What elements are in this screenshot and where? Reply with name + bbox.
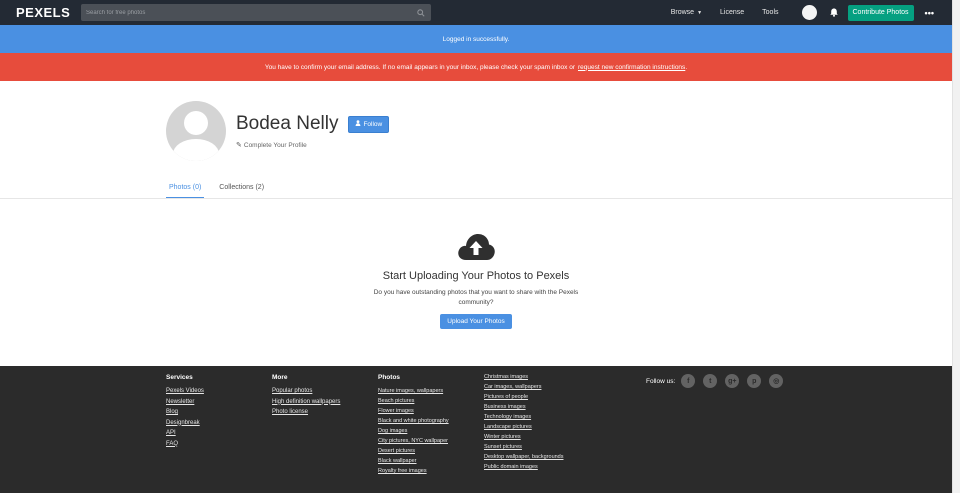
google-plus-icon[interactable]: g+ — [725, 374, 740, 388]
footer-link[interactable]: Business images — [484, 402, 564, 412]
footer-link[interactable]: Flower images — [378, 406, 449, 416]
tab-photos[interactable]: Photos (0) — [166, 180, 205, 198]
logo[interactable]: PEXELS — [16, 5, 70, 20]
tabs-divider — [0, 198, 952, 199]
facebook-icon[interactable]: f — [681, 374, 696, 388]
search-input[interactable] — [81, 9, 414, 16]
bell-icon[interactable] — [829, 8, 839, 18]
footer-more-title: More — [272, 374, 288, 381]
pencil-icon: ✎ — [236, 142, 242, 149]
footer-link[interactable]: Blog — [166, 407, 204, 418]
footer-link[interactable]: Public domain images — [484, 462, 564, 472]
footer-link[interactable]: Technology images — [484, 412, 564, 422]
search-icon[interactable] — [414, 6, 428, 20]
footer-link[interactable]: Christmas images — [484, 372, 564, 382]
upload-empty-state: Start Uploading Your Photos to Pexels Do… — [0, 232, 952, 329]
search-bar[interactable] — [81, 4, 431, 21]
more-menu-icon[interactable]: ••• — [925, 8, 934, 18]
footer-link[interactable]: City pictures, NYC wallpaper — [378, 436, 449, 446]
footer-services-title: Services — [166, 374, 193, 381]
upload-title: Start Uploading Your Photos to Pexels — [382, 270, 570, 282]
footer-link[interactable]: Beach pictures — [378, 396, 449, 406]
footer: Services Pexels Videos Newsletter Blog D… — [0, 366, 952, 493]
profile-avatar — [166, 101, 226, 161]
complete-profile-label: Complete Your Profile — [243, 141, 307, 149]
footer-link[interactable]: Designbreak — [166, 418, 204, 429]
tools-link[interactable]: Tools — [762, 9, 778, 16]
profile-header: Bodea Nelly Follow ✎ Complete Your Profi… — [166, 101, 390, 161]
license-link[interactable]: License — [720, 9, 744, 16]
footer-link[interactable]: Nature images, wallpapers — [378, 386, 449, 396]
footer-link[interactable]: Car images, wallpapers — [484, 382, 564, 392]
browse-label: Browse — [670, 9, 695, 16]
footer-link[interactable]: Desert pictures — [378, 446, 449, 456]
top-navbar: PEXELS Browse ▼ License Tools Contribute… — [0, 0, 952, 25]
footer-link[interactable]: Dog images — [378, 426, 449, 436]
warning-period: . — [685, 63, 688, 71]
profile-tabs: Photos (0) Collections (2) — [166, 180, 279, 198]
footer-link[interactable]: Royalty free images — [378, 466, 449, 476]
upload-description: Do you have outstanding photos that you … — [373, 289, 579, 306]
browse-menu[interactable]: Browse ▼ — [671, 9, 702, 16]
footer-link[interactable]: Popular photos — [272, 386, 340, 397]
footer-link[interactable]: Sunset pictures — [484, 442, 564, 452]
resend-confirmation-link[interactable]: request new confirmation instructions — [578, 64, 685, 71]
footer-photos-more: Christmas images Car images, wallpapers … — [484, 372, 564, 472]
footer-link[interactable]: Desktop wallpaper, backgrounds — [484, 452, 564, 462]
twitter-icon[interactable]: t — [703, 374, 718, 388]
cloud-upload-icon — [456, 232, 496, 262]
footer-services: Services Pexels Videos Newsletter Blog D… — [166, 374, 204, 449]
footer-photos: Photos Nature images, wallpapers Beach p… — [378, 374, 449, 476]
nav-menu: Browse ▼ License Tools Contribute Photos… — [653, 0, 952, 25]
success-alert: Logged in successfully. — [0, 25, 952, 53]
warning-message: You have to confirm your email address. … — [264, 63, 575, 71]
contribute-photos-button[interactable]: Contribute Photos — [847, 4, 914, 21]
complete-profile-link[interactable]: ✎ Complete Your Profile — [236, 141, 389, 150]
footer-link[interactable]: API — [166, 428, 204, 439]
footer-link[interactable]: Black wallpaper — [378, 456, 449, 466]
caret-down-icon: ▼ — [697, 9, 703, 16]
pinterest-icon[interactable]: p — [747, 374, 762, 388]
footer-photos-title: Photos — [378, 374, 401, 381]
profile-name: Bodea Nelly — [236, 113, 339, 134]
footer-more: More Popular photos High definition wall… — [272, 374, 340, 418]
user-plus-icon — [355, 120, 361, 128]
footer-link[interactable]: Newsletter — [166, 397, 204, 408]
footer-link[interactable]: Winter pictures — [484, 432, 564, 442]
email-confirm-alert: You have to confirm your email address. … — [0, 53, 952, 81]
footer-link[interactable]: Black and white photography — [378, 416, 449, 426]
user-avatar[interactable] — [801, 5, 817, 20]
footer-link[interactable]: High definition wallpapers — [272, 397, 340, 408]
follow-button[interactable]: Follow — [348, 115, 390, 133]
footer-link[interactable]: Landscape pictures — [484, 422, 564, 432]
scrollbar[interactable] — [952, 0, 960, 493]
upload-photos-button[interactable]: Upload Your Photos — [440, 314, 512, 329]
footer-link[interactable]: FAQ — [166, 439, 204, 450]
footer-link[interactable]: Pexels Videos — [166, 386, 204, 397]
follow-label: Follow — [363, 120, 383, 128]
footer-link[interactable]: Photo license — [272, 407, 340, 418]
success-message: Logged in successfully. — [442, 35, 510, 43]
follow-us-label: Follow us: — [646, 377, 676, 385]
instagram-icon[interactable]: ◎ — [769, 374, 784, 388]
tab-collections[interactable]: Collections (2) — [216, 180, 267, 198]
social-links: Follow us: f t g+ p ◎ — [646, 374, 791, 388]
footer-link[interactable]: Pictures of people — [484, 392, 564, 402]
